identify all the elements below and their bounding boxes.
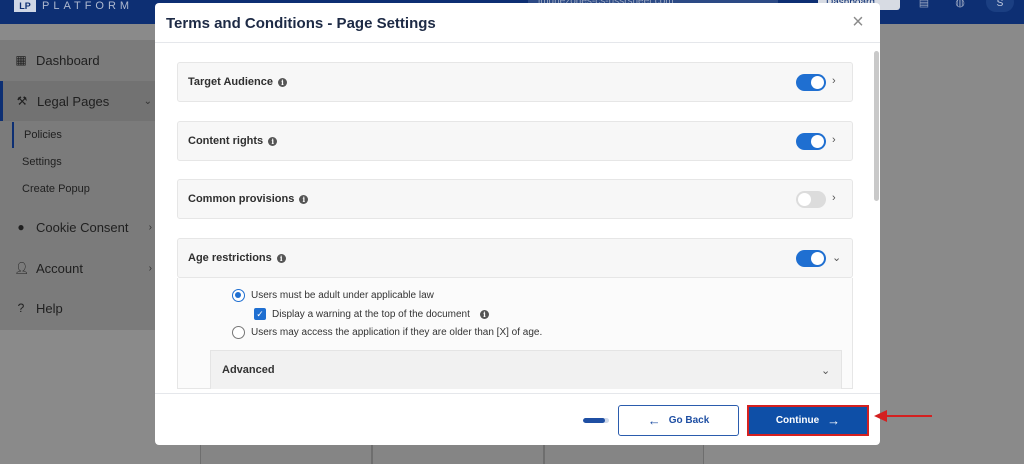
- sidebar-item-legal-pages[interactable]: ⚒ Legal Pages ⌄: [0, 81, 156, 121]
- option-older-row[interactable]: Users may access the application if they…: [232, 326, 542, 339]
- chevron-right-icon[interactable]: ›: [832, 134, 836, 146]
- panel-label: Target Audience i: [188, 76, 287, 88]
- panel-title: Target Audience: [188, 76, 273, 88]
- sidebar-item-dashboard[interactable]: ▦ Dashboard: [0, 40, 156, 80]
- option-adult-row[interactable]: Users must be adult under applicable law: [232, 289, 434, 302]
- sidebar-subitem-settings[interactable]: Settings: [12, 149, 156, 175]
- info-icon[interactable]: i: [479, 309, 489, 319]
- target-audience-toggle[interactable]: [796, 74, 826, 91]
- annotation-arrow-icon: [874, 410, 932, 422]
- modal-body[interactable]: Target Audience i › Content rights i › C…: [155, 44, 880, 389]
- panel-title: Content rights: [188, 135, 264, 147]
- sidebar-item-label: Legal Pages: [37, 93, 110, 109]
- scrollbar[interactable]: [874, 51, 879, 201]
- chevron-right-icon: ›: [148, 221, 152, 233]
- sidebar-item-label: Help: [36, 300, 63, 316]
- chevron-right-icon: ›: [148, 262, 152, 274]
- chevron-right-icon[interactable]: ›: [832, 75, 836, 87]
- arrow-right-icon: →: [827, 413, 841, 428]
- step-progress-bar: [583, 418, 609, 423]
- panel-common-provisions[interactable]: Common provisions i ›: [177, 179, 853, 219]
- sidebar-item-cookie-consent[interactable]: ● Cookie Consent ›: [0, 207, 156, 247]
- go-back-label: Go Back: [668, 415, 710, 426]
- continue-button[interactable]: Continue →: [747, 405, 869, 436]
- panel-target-audience[interactable]: Target Audience i ›: [177, 62, 853, 102]
- warning-label: Display a warning at the top of the docu…: [272, 308, 470, 320]
- page-settings-modal: Terms and Conditions - Page Settings × T…: [155, 3, 880, 445]
- grid-icon: ▦: [15, 53, 27, 67]
- content-rights-toggle[interactable]: [796, 133, 826, 150]
- warning-checkbox[interactable]: ✓: [254, 308, 266, 320]
- panel-label: Common provisions i: [188, 193, 309, 205]
- panel-age-restrictions[interactable]: Age restrictions i ⌄: [177, 238, 853, 278]
- chevron-down-icon[interactable]: ⌄: [821, 364, 830, 377]
- chevron-right-icon[interactable]: ›: [832, 192, 836, 204]
- chevron-down-icon[interactable]: ⌄: [832, 251, 841, 264]
- go-back-button[interactable]: ← Go Back: [618, 405, 739, 436]
- info-icon[interactable]: i: [299, 194, 309, 204]
- sidebar-item-label: Dashboard: [36, 52, 100, 68]
- progress-fill: [583, 418, 606, 423]
- warning-row[interactable]: ✓ Display a warning at the top of the do…: [254, 308, 489, 320]
- background-card: [544, 444, 704, 464]
- info-icon[interactable]: i: [276, 253, 286, 263]
- sidebar-item-label: Account: [36, 260, 83, 276]
- sidebar-subitem-policies[interactable]: Policies: [12, 122, 156, 148]
- panel-label: Age restrictions i: [188, 252, 286, 264]
- info-icon[interactable]: i: [277, 77, 287, 87]
- adult-radio[interactable]: [232, 289, 245, 302]
- background-card: [200, 444, 372, 464]
- close-icon[interactable]: ×: [847, 12, 869, 34]
- sidebar-subitem-create-popup[interactable]: Create Popup: [12, 176, 156, 202]
- option-older-label: Users may access the application if they…: [251, 327, 543, 338]
- sidebar-item-help[interactable]: ? Help: [0, 288, 156, 328]
- advanced-label: Advanced: [222, 364, 275, 376]
- advanced-section[interactable]: Advanced ⌄: [210, 350, 842, 389]
- modal-footer: ← Go Back Continue →: [155, 393, 880, 445]
- help-icon: ?: [17, 301, 25, 315]
- sidebar-item-account[interactable]: 👤︎ Account ›: [0, 248, 156, 288]
- document-icon[interactable]: ▤: [916, 0, 932, 10]
- continue-label: Continue: [775, 415, 820, 426]
- sidebar: ▦ Dashboard ⚒ Legal Pages ⌄ Policies Set…: [0, 40, 156, 330]
- modal-title: Terms and Conditions - Page Settings: [166, 15, 436, 32]
- logo-text: PLATFORM: [42, 0, 134, 12]
- age-restrictions-toggle[interactable]: [796, 250, 826, 267]
- arrow-left-icon: ←: [647, 413, 661, 428]
- avatar[interactable]: S: [986, 0, 1014, 12]
- older-radio[interactable]: [232, 326, 245, 339]
- cookie-icon: ●: [17, 220, 25, 234]
- panel-content-rights[interactable]: Content rights i ›: [177, 121, 853, 161]
- logo[interactable]: LP PLATFORM: [14, 0, 133, 12]
- background-card: [372, 444, 544, 464]
- user-icon: 👤︎: [14, 261, 30, 275]
- chevron-down-icon: ⌄: [143, 95, 152, 107]
- gavel-icon: ⚒: [16, 94, 28, 108]
- logo-mark: LP: [14, 0, 36, 12]
- panel-title: Common provisions: [188, 193, 295, 205]
- info-icon[interactable]: i: [268, 136, 278, 146]
- sidebar-item-label: Cookie Consent: [36, 219, 129, 235]
- panel-title: Age restrictions: [188, 252, 272, 264]
- panel-label: Content rights i: [188, 135, 278, 147]
- common-provisions-toggle[interactable]: [796, 191, 826, 208]
- age-restrictions-body: Users must be adult under applicable law…: [177, 278, 853, 389]
- option-adult-label: Users must be adult under applicable law: [251, 290, 434, 301]
- modal-header: Terms and Conditions - Page Settings ×: [155, 3, 880, 43]
- globe-icon[interactable]: ◍: [952, 0, 968, 10]
